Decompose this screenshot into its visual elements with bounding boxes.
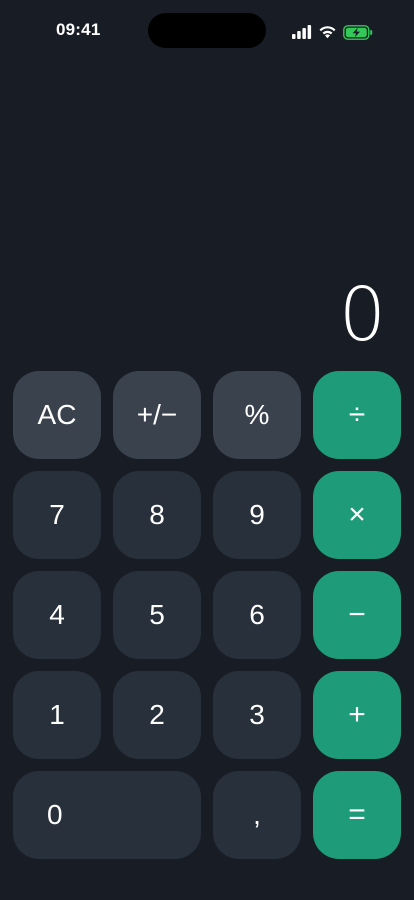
- keypad: AC +/− % ÷ 7 8 9 × 4 5 6 − 1 2 3 + 0 , =: [13, 371, 401, 859]
- status-icons: [292, 22, 373, 42]
- divide-button[interactable]: ÷: [313, 371, 401, 459]
- wifi-icon: [318, 25, 337, 39]
- multiply-button[interactable]: ×: [313, 471, 401, 559]
- digit-9-button[interactable]: 9: [213, 471, 301, 559]
- cellular-signal-icon: [292, 25, 312, 39]
- sign-toggle-button[interactable]: +/−: [113, 371, 201, 459]
- status-time: 09:41: [56, 20, 101, 39]
- digit-8-button[interactable]: 8: [113, 471, 201, 559]
- dynamic-island: [148, 13, 266, 48]
- digit-6-button[interactable]: 6: [213, 571, 301, 659]
- battery-charging-icon: [343, 24, 373, 40]
- digit-5-button[interactable]: 5: [113, 571, 201, 659]
- digit-0-button[interactable]: 0: [13, 771, 201, 859]
- status-bar: 09:41: [0, 0, 414, 62]
- percent-button[interactable]: %: [213, 371, 301, 459]
- digit-7-button[interactable]: 7: [13, 471, 101, 559]
- digit-4-button[interactable]: 4: [13, 571, 101, 659]
- result-display: 0: [338, 272, 386, 358]
- digit-2-button[interactable]: 2: [113, 671, 201, 759]
- add-button[interactable]: +: [313, 671, 401, 759]
- equals-button[interactable]: =: [313, 771, 401, 859]
- digit-3-button[interactable]: 3: [213, 671, 301, 759]
- digit-1-button[interactable]: 1: [13, 671, 101, 759]
- subtract-button[interactable]: −: [313, 571, 401, 659]
- clear-button[interactable]: AC: [13, 371, 101, 459]
- decimal-button[interactable]: ,: [213, 771, 301, 859]
